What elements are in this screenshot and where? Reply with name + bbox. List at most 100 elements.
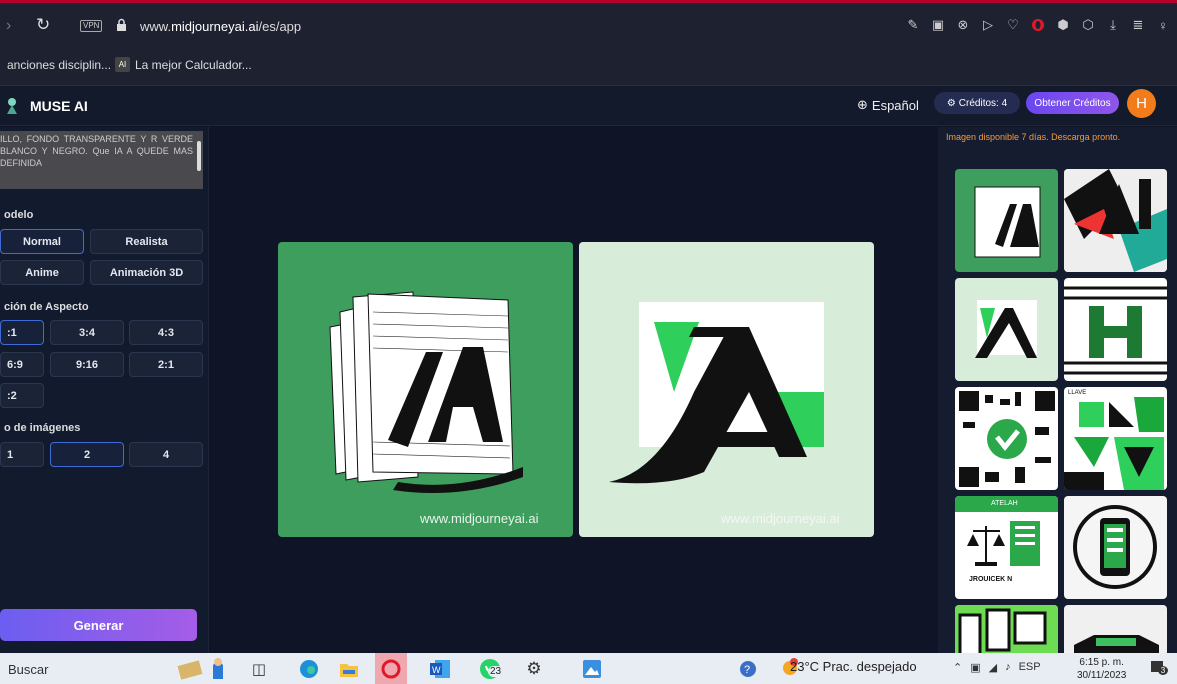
muse-logo-icon[interactable] bbox=[4, 96, 20, 116]
weather-text[interactable]: 23°C Prac. despejado bbox=[790, 659, 917, 674]
calculator-bookmark-icon[interactable]: AI bbox=[115, 57, 130, 72]
history-panel: Imagen disponible 7 días. Descarga pront… bbox=[938, 127, 1177, 653]
svg-text:W: W bbox=[432, 665, 441, 675]
vpn-badge[interactable]: VPN bbox=[80, 20, 103, 32]
history-thumbnail[interactable] bbox=[955, 387, 1058, 490]
thumb-green-blocks bbox=[1064, 397, 1164, 490]
profile-icon[interactable]: ♀ bbox=[1155, 17, 1171, 33]
thumb-ai-collage bbox=[1064, 169, 1167, 272]
close-circle-icon[interactable]: ⊗ bbox=[955, 17, 971, 33]
ia-logo-stack-image bbox=[329, 291, 523, 494]
reload-icon[interactable]: ↻ bbox=[36, 15, 50, 35]
generated-image-2[interactable]: www.midjourneyai.ai bbox=[579, 242, 874, 537]
task-view-icon[interactable]: ◫ bbox=[247, 657, 271, 681]
bookmark-item[interactable]: anciones disciplin... bbox=[7, 58, 111, 72]
send-icon[interactable]: ▷ bbox=[980, 17, 996, 33]
globe-icon: ⊕ bbox=[857, 97, 868, 112]
download-icon[interactable]: ⤓ bbox=[1105, 17, 1121, 33]
browser-extensions: ✎ ▣ ⊗ ▷ ♡ ⬢ ⬡ ⤓ ≣ ♀ bbox=[905, 17, 1171, 33]
a-logo-image bbox=[609, 302, 824, 484]
help-icon[interactable]: ? bbox=[736, 657, 760, 681]
thumb-green-shapes bbox=[955, 605, 1058, 653]
aspect-1-1-button[interactable]: :1 bbox=[0, 320, 44, 345]
history-thumbnail[interactable] bbox=[1064, 278, 1167, 381]
language-indicator[interactable]: ESP bbox=[1019, 661, 1041, 674]
opera-taskbar-icon[interactable] bbox=[375, 653, 407, 684]
prompt-scrollbar[interactable] bbox=[197, 141, 201, 171]
photos-icon[interactable] bbox=[580, 657, 604, 681]
model-normal-button[interactable]: Normal bbox=[0, 229, 84, 254]
brand-name[interactable]: MUSE AI bbox=[30, 98, 88, 114]
edit-icon[interactable]: ✎ bbox=[905, 17, 921, 33]
address-bar[interactable]: www.midjourneyai.ai/es/app bbox=[140, 19, 301, 34]
cube-icon[interactable]: ⬡ bbox=[1080, 17, 1096, 33]
history-thumbnail[interactable]: ATELAH JROUICEK N bbox=[955, 496, 1058, 599]
windows-taskbar: Buscar ◫ W 23 ⚙ ? 23°C Prac. despejado ⌃… bbox=[0, 653, 1177, 684]
whatsapp-badge: 23 bbox=[488, 666, 504, 677]
thumb-qr-logo bbox=[959, 391, 1055, 487]
language-selector[interactable]: ⊕ Español bbox=[857, 97, 919, 113]
menu-icon[interactable]: ≣ bbox=[1130, 17, 1146, 33]
gear-icon: ⚙ bbox=[946, 97, 956, 109]
history-thumbnail[interactable] bbox=[955, 605, 1058, 653]
history-thumbnail[interactable] bbox=[1064, 605, 1167, 653]
aspect-label: ción de Aspecto bbox=[4, 301, 89, 313]
taskbar-search[interactable]: Buscar bbox=[8, 662, 48, 677]
aspect-9-16-button[interactable]: 9:16 bbox=[50, 352, 124, 377]
availability-notice: Imagen disponible 7 días. Descarga pront… bbox=[946, 132, 1121, 142]
notification-icon[interactable]: 3 bbox=[1150, 660, 1168, 676]
browser-toolbar: › ↻ VPN www.midjourneyai.ai/es/app ✎ ▣ ⊗… bbox=[0, 0, 1177, 46]
settings-gear-icon[interactable]: ⚙ bbox=[522, 657, 546, 681]
file-explorer-icon[interactable] bbox=[337, 657, 361, 681]
thumb-car bbox=[1074, 635, 1159, 653]
camera-icon[interactable]: ▣ bbox=[930, 17, 946, 33]
aspect-16-9-button[interactable]: 6:9 bbox=[0, 352, 44, 377]
history-thumbnail[interactable] bbox=[955, 278, 1058, 381]
forward-icon[interactable]: › bbox=[6, 17, 11, 35]
network-icon[interactable]: ▣ bbox=[970, 661, 980, 674]
history-thumbnail[interactable] bbox=[955, 169, 1058, 272]
thumb-a-logo bbox=[975, 300, 1037, 358]
count-4-button[interactable]: 4 bbox=[129, 442, 203, 467]
model-3d-button[interactable]: Animación 3D bbox=[90, 260, 203, 285]
bookmarks-bar: anciones disciplin... AI La mejor Calcul… bbox=[0, 46, 1177, 86]
thumb-text: JROUICEK N bbox=[969, 576, 1013, 583]
thumb-text: LLAVE bbox=[1068, 390, 1087, 396]
search-highlight-icon[interactable] bbox=[174, 657, 234, 681]
aspect-4-3-button[interactable]: 4:3 bbox=[129, 320, 203, 345]
get-credits-button[interactable]: Obtener Créditos bbox=[1026, 92, 1119, 114]
aspect-1-2-button[interactable]: :2 bbox=[0, 383, 44, 408]
clock-date: 30/11/2023 bbox=[1077, 670, 1127, 681]
credits-badge[interactable]: ⚙ Créditos: 4 bbox=[934, 92, 1020, 114]
clock[interactable]: 6:15 p. m. 30/11/2023 bbox=[1077, 656, 1126, 682]
url-prefix: www. bbox=[140, 19, 172, 34]
count-1-button[interactable]: 1 bbox=[0, 442, 44, 467]
volume-icon[interactable]: ♪ bbox=[1005, 661, 1011, 674]
history-thumbnail[interactable] bbox=[1064, 169, 1167, 272]
chevron-up-icon[interactable]: ⌃ bbox=[953, 661, 962, 674]
edge-icon[interactable] bbox=[297, 657, 321, 681]
generate-button[interactable]: Generar bbox=[0, 609, 197, 641]
thumb-phone-icon bbox=[1073, 505, 1157, 589]
wifi-icon[interactable]: ◢ bbox=[989, 661, 997, 674]
prompt-input[interactable]: ILLO, FONDO TRANSPARENTE Y R VERDE BLANC… bbox=[0, 131, 203, 189]
model-realista-button[interactable]: Realista bbox=[90, 229, 203, 254]
aspect-2-1-button[interactable]: 2:1 bbox=[129, 352, 203, 377]
history-thumbnail[interactable] bbox=[1064, 496, 1167, 599]
aspect-3-4-button[interactable]: 3:4 bbox=[50, 320, 124, 345]
sidebar: ILLO, FONDO TRANSPARENTE Y R VERDE BLANC… bbox=[0, 127, 209, 653]
model-label: odelo bbox=[4, 209, 34, 221]
image-count-label: o de imágenes bbox=[4, 422, 81, 434]
heart-icon[interactable]: ♡ bbox=[1005, 17, 1021, 33]
count-2-button[interactable]: 2 bbox=[50, 442, 124, 467]
shield-icon[interactable]: ⬢ bbox=[1055, 17, 1071, 33]
model-anime-button[interactable]: Anime bbox=[0, 260, 84, 285]
bookmark-item[interactable]: La mejor Calculador... bbox=[135, 58, 252, 72]
word-icon[interactable]: W bbox=[428, 657, 452, 681]
avatar[interactable]: H bbox=[1127, 89, 1156, 118]
opera-icon[interactable] bbox=[1030, 17, 1046, 33]
generated-image-1[interactable]: www.midjourneyai.ai bbox=[278, 242, 573, 537]
thumb-ia-stack bbox=[974, 186, 1041, 258]
history-thumbnail[interactable]: LLAVE bbox=[1064, 387, 1167, 490]
whatsapp-icon[interactable]: 23 bbox=[470, 657, 510, 681]
